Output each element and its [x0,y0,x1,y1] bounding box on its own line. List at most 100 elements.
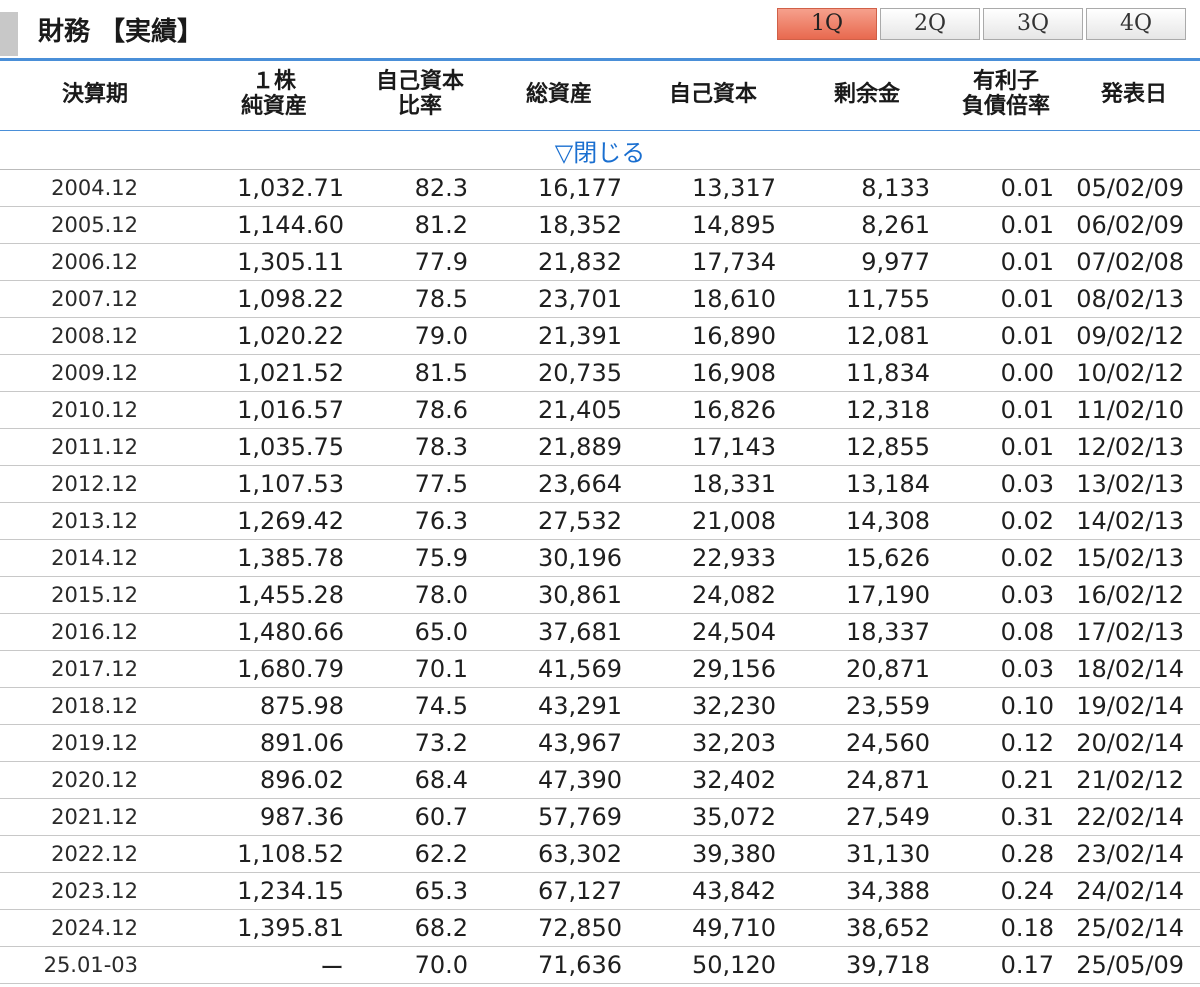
cell-retained-earnings: 23,559 [846,692,930,720]
cell-period: 2022.12 [51,842,138,866]
col-header-line1: 剰余金 [833,81,900,107]
table-row: 2009.12 1,021.52 81.5 20,735 16,908 11,834 0.0… [0,355,1200,392]
cell-period: 2014.12 [51,546,138,570]
cell-equity-ratio: 65.3 [414,877,468,905]
cell-bps: 1,395.81 [237,914,344,942]
cell-equity-ratio: 77.5 [414,470,468,498]
cell-bps: 1,269.42 [237,507,344,535]
tab-2q[interactable]: 2Q [880,8,980,40]
cell-retained-earnings: 8,261 [861,211,930,239]
cell-announce-date: 09/02/12 [1076,322,1184,350]
cell-total-assets: 37,681 [538,618,622,646]
cell-total-assets: 30,196 [538,544,622,572]
cell-debt-ratio: 0.01 [1000,285,1054,313]
cell-debt-ratio: 0.02 [1000,507,1054,535]
cell-announce-date: 06/02/09 [1076,211,1184,239]
tab-3q[interactable]: 3Q [983,8,1083,40]
cell-equity-ratio: 73.2 [414,729,468,757]
cell-equity-ratio: 79.0 [414,322,468,350]
cell-bps: 1,480.66 [237,618,344,646]
cell-total-assets: 67,127 [538,877,622,905]
cell-retained-earnings: 11,755 [846,285,930,313]
cell-retained-earnings: 14,308 [846,507,930,535]
cell-bps: 891.06 [260,729,344,757]
cell-equity-ratio: 62.2 [414,840,468,868]
cell-total-assets: 30,861 [538,581,622,609]
col-header-equity-ratio: 自己資本 比率 [358,58,482,131]
table-row: 2021.12 987.36 60.7 57,769 35,072 27,549 0.31 2… [0,799,1200,836]
table-row: 2010.12 1,016.57 78.6 21,405 16,826 12,318 0.0… [0,392,1200,429]
cell-retained-earnings: 12,855 [846,433,930,461]
cell-equity-ratio: 77.9 [414,248,468,276]
cell-bps: 1,385.78 [237,544,344,572]
header-divider [0,58,1200,61]
cell-debt-ratio: 0.18 [1000,914,1054,942]
cell-debt-ratio: 0.01 [1000,211,1054,239]
cell-total-assets: 16,177 [538,174,622,202]
cell-bps: 1,455.28 [237,581,344,609]
cell-equity-ratio: 78.5 [414,285,468,313]
cell-equity-ratio: 76.3 [414,507,468,535]
cell-period: 2019.12 [51,731,138,755]
cell-equity-ratio: 70.1 [414,655,468,683]
table-row: 2023.12 1,234.15 65.3 67,127 43,842 34,388 0.2… [0,873,1200,910]
tab-1q[interactable]: 1Q [777,8,877,40]
cell-equity: 32,203 [692,729,776,757]
collapse-link[interactable]: ▽閉じる [555,139,645,167]
cell-period: 2011.12 [51,435,138,459]
cell-period: 2007.12 [51,287,138,311]
table-row: 2005.12 1,144.60 81.2 18,352 14,895 8,261 0.01… [0,207,1200,244]
cell-total-assets: 41,569 [538,655,622,683]
col-header-line2: 純資産 [240,94,307,119]
col-header-announce-date: 発表日 [1068,58,1200,131]
cell-equity: 16,908 [692,359,776,387]
cell-period: 2023.12 [51,879,138,903]
cell-equity-ratio: 70.0 [414,951,468,979]
cell-total-assets: 21,391 [538,322,622,350]
cell-bps: 1,144.60 [237,211,344,239]
cell-equity: 17,143 [692,433,776,461]
cell-bps: 875.98 [260,692,344,720]
cell-announce-date: 18/02/14 [1076,655,1184,683]
cell-bps: ー [320,953,344,982]
cell-total-assets: 18,352 [538,211,622,239]
table-row: 2013.12 1,269.42 76.3 27,532 21,008 14,308 0.0… [0,503,1200,540]
tab-4q[interactable]: 4Q [1086,8,1186,40]
cell-equity: 18,331 [692,470,776,498]
table-row: 2007.12 1,098.22 78.5 23,701 18,610 11,755 0.0… [0,281,1200,318]
cell-equity-ratio: 81.2 [414,211,468,239]
cell-retained-earnings: 27,549 [846,803,930,831]
cell-period: 2020.12 [51,768,138,792]
cell-total-assets: 57,769 [538,803,622,831]
col-header-line1: 有利子 [972,69,1039,94]
cell-equity: 22,933 [692,544,776,572]
cell-bps: 987.36 [260,803,344,831]
cell-equity: 13,317 [692,174,776,202]
table-row: 2018.12 875.98 74.5 43,291 32,230 23,559 0.10 1… [0,688,1200,725]
cell-announce-date: 17/02/13 [1076,618,1184,646]
cell-debt-ratio: 0.10 [1000,692,1054,720]
cell-debt-ratio: 0.28 [1000,840,1054,868]
cell-period: 2017.12 [51,657,138,681]
cell-total-assets: 23,664 [538,470,622,498]
cell-announce-date: 22/02/14 [1076,803,1184,831]
cell-retained-earnings: 34,388 [846,877,930,905]
cell-retained-earnings: 12,081 [846,322,930,350]
col-header-line1: 自己資本 [668,81,757,107]
cell-retained-earnings: 39,718 [846,951,930,979]
cell-debt-ratio: 0.01 [1000,174,1054,202]
cell-announce-date: 20/02/14 [1076,729,1184,757]
cell-announce-date: 12/02/13 [1076,433,1184,461]
cell-retained-earnings: 9,977 [861,248,930,276]
col-header-retained-earnings: 剰余金 [790,58,944,131]
cell-period: 2021.12 [51,805,138,829]
cell-bps: 1,098.22 [237,285,344,313]
cell-bps: 1,032.71 [237,174,344,202]
cell-bps: 1,305.11 [237,248,344,276]
cell-equity: 29,156 [692,655,776,683]
col-header-line2: 比率 [397,94,442,119]
cell-retained-earnings: 15,626 [846,544,930,572]
cell-retained-earnings: 12,318 [846,396,930,424]
col-header-equity: 自己資本 [636,58,790,131]
cell-period: 2008.12 [51,324,138,348]
